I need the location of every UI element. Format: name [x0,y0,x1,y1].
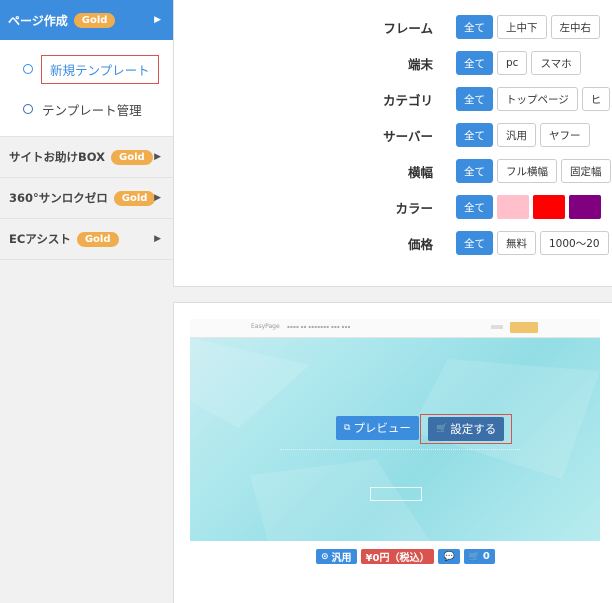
preview-button[interactable]: ⧉ プレビュー [336,416,419,440]
sidebar-section-360[interactable]: 360°サンロクゼロ Gold ▶ [0,178,173,219]
sidebar-section-label: サイトお助けBOX [9,150,105,164]
sidebar-item-label: テンプレート管理 [42,102,142,118]
preview-header-link [491,325,503,329]
chevron-right-icon: ▶ [154,15,161,25]
filter-option[interactable]: 全て [456,87,493,111]
sidebar-item-label: 新規テンプレート [41,54,159,84]
sidebar-header-page-create[interactable]: ページ作成 Gold ▶ [0,0,173,40]
filter-label: カラー [395,200,433,216]
circle-bullet-icon [23,104,33,114]
template-preview-image: EasyPage ▪▪▪▪ ▪▪ ▪▪▪▪▪▪▪ ▪▪▪ ▪▪▪ ⧉ プレビュー… [190,319,600,541]
usage-badge-label: 汎用 [331,553,352,564]
gold-badge: Gold [113,190,156,206]
filter-option[interactable]: フル横幅 [497,159,557,183]
color-swatch-red[interactable] [533,195,565,219]
usage-badge: ⊙ 汎用 [316,549,357,564]
filter-option[interactable]: 全て [456,51,493,75]
filter-option[interactable]: 全て [456,15,493,39]
filter-option[interactable]: 固定幅 [561,159,611,183]
chevron-right-icon: ▶ [154,234,161,244]
preview-nav: ▪▪▪▪ ▪▪ ▪▪▪▪▪▪▪ ▪▪▪ ▪▪▪ [287,324,351,329]
filter-option[interactable]: pc [497,51,528,75]
filter-option[interactable]: 1000〜20 [540,231,609,255]
filter-panel: フレーム 全て 上中下 左中右 端末 全て pc スマホ カテゴリ 全て トップ… [173,0,612,287]
template-badges: ⊙ 汎用 ¥0円（税込） 💬 🛒 0 [316,549,499,564]
chevron-right-icon: ▶ [154,152,161,162]
filter-row-frame: フレーム 全て 上中下 左中右 [174,14,612,40]
comment-icon: 💬 [443,551,455,562]
gold-badge: Gold [73,12,116,28]
gold-badge: Gold [76,231,119,247]
set-button[interactable]: 🛒 設定する [420,414,513,444]
filter-row-category: カテゴリ 全て トップページ ヒ [174,86,612,112]
filter-row-price: 価格 全て 無料 1000〜20 [174,230,612,256]
filter-label: 横幅 [407,164,433,180]
sidebar-item-template-manage[interactable]: テンプレート管理 [23,98,173,120]
preview-body-text [280,449,520,453]
sidebar-section-ec-assist[interactable]: ECアシスト Gold ▶ [0,219,173,260]
filter-option[interactable]: 上中下 [497,15,547,39]
cart-icon: 🛒 [436,424,448,434]
sidebar-section-site-help[interactable]: サイトお助けBOX Gold ▶ [0,137,173,178]
filter-label: サーバー [383,128,433,144]
preview-header-button [510,322,538,333]
preview-button-label: プレビュー [353,421,411,435]
filter-row-server: サーバー 全て 汎用 ヤフー [174,122,612,148]
preview-logo: EasyPage [251,323,280,330]
preview-facet [190,338,310,428]
filter-label: カテゴリ [382,92,433,108]
preview-header: EasyPage ▪▪▪▪ ▪▪ ▪▪▪▪▪▪▪ ▪▪▪ ▪▪▪ [190,319,600,338]
color-swatch-purple[interactable] [569,195,601,219]
sidebar-header-label: ページ作成 [8,13,68,28]
color-swatch-pink[interactable] [497,195,529,219]
cart-icon: 🛒 [468,551,480,562]
filter-option[interactable]: 全て [456,195,493,219]
filter-option[interactable]: 全て [456,123,493,147]
filter-label: フレーム [383,20,433,36]
filter-option[interactable]: 汎用 [497,123,536,147]
cart-badge[interactable]: 🛒 0 [463,549,495,564]
filter-option[interactable]: 全て [456,159,493,183]
filter-label: 価格 [407,236,433,252]
filter-option[interactable]: トップページ [497,87,578,111]
filter-row-device: 端末 全て pc スマホ [174,50,612,76]
chevron-right-icon: ▶ [154,193,161,203]
filter-option[interactable]: ヤフー [540,123,590,147]
cart-count: 0 [482,551,490,562]
filter-option[interactable]: 無料 [497,231,536,255]
sidebar: ページ作成 Gold ▶ 新規テンプレート テンプレート管理 サイトお助けBOX… [0,0,173,603]
set-button-inner: 🛒 設定する [428,417,505,441]
filter-option[interactable]: 左中右 [550,15,600,39]
filter-label: 端末 [407,56,433,72]
set-button-label: 設定する [450,422,497,436]
sidebar-section-label: 360°サンロクゼロ [9,191,108,205]
sidebar-submenu: 新規テンプレート テンプレート管理 [0,40,173,137]
sidebar-section-label: ECアシスト [9,232,71,246]
comment-badge[interactable]: 💬 [438,549,460,564]
template-card: EasyPage ▪▪▪▪ ▪▪ ▪▪▪▪▪▪▪ ▪▪▪ ▪▪▪ ⧉ プレビュー… [173,302,612,603]
filter-option[interactable]: ヒ [581,87,611,111]
external-link-icon: ⧉ [344,423,351,433]
filter-row-color: カラー 全て [174,194,612,220]
clock-icon: ⊙ [321,551,329,562]
filter-option[interactable]: スマホ [531,51,581,75]
circle-bullet-icon [23,64,33,74]
filter-option[interactable]: 全て [456,231,493,255]
preview-cta [370,487,422,501]
gold-badge: Gold [111,149,153,165]
sidebar-item-new-template[interactable]: 新規テンプレート [23,54,173,84]
price-badge: ¥0円（税込） [360,549,435,564]
filter-row-width: 横幅 全て フル横幅 固定幅 [174,158,612,184]
